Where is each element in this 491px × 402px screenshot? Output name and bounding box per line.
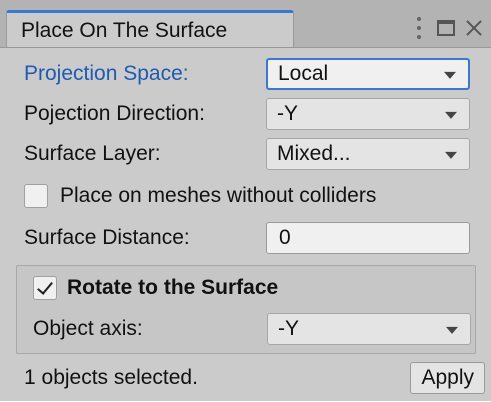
row-surface-distance: Surface Distance: bbox=[0, 218, 491, 258]
row-rotate-to-surface: Rotate to the Surface bbox=[17, 268, 475, 308]
place-on-meshes-checkbox[interactable] bbox=[24, 184, 48, 208]
surface-layer-value: Mixed... bbox=[277, 142, 351, 165]
surface-layer-dropdown[interactable]: Mixed... bbox=[266, 138, 470, 170]
maximize-icon[interactable] bbox=[437, 20, 455, 36]
projection-space-value: Local bbox=[278, 62, 329, 85]
inspector-content: Projection Space: Local Pojection Direct… bbox=[0, 47, 491, 401]
place-on-surface-window: Place On The Surface Projection Space: L… bbox=[0, 0, 491, 401]
kebab-menu-icon[interactable] bbox=[417, 17, 421, 39]
row-place-on-meshes: Place on meshes without colliders bbox=[0, 176, 491, 216]
tab-bar: Place On The Surface bbox=[0, 0, 491, 48]
window-controls bbox=[417, 14, 483, 42]
close-icon[interactable] bbox=[465, 19, 483, 37]
rotate-to-surface-group: Rotate to the Surface Object axis: -Y bbox=[16, 265, 476, 354]
surface-distance-input[interactable] bbox=[266, 222, 470, 254]
chevron-down-icon bbox=[444, 71, 456, 79]
tab-place-on-the-surface[interactable]: Place On The Surface bbox=[6, 10, 294, 48]
status-bar: 1 objects selected. Apply bbox=[0, 354, 491, 402]
surface-layer-label: Surface Layer: bbox=[24, 142, 161, 165]
object-axis-label: Object axis: bbox=[33, 317, 143, 340]
rotate-to-surface-label[interactable]: Rotate to the Surface bbox=[67, 276, 278, 300]
projection-direction-value: -Y bbox=[277, 102, 298, 125]
rotate-to-surface-checkbox[interactable] bbox=[33, 276, 57, 300]
selection-status: 1 objects selected. bbox=[24, 366, 198, 389]
projection-space-label: Projection Space: bbox=[24, 62, 189, 85]
chevron-down-icon bbox=[445, 151, 457, 159]
projection-direction-label: Pojection Direction: bbox=[24, 102, 205, 125]
projection-direction-dropdown[interactable]: -Y bbox=[266, 98, 470, 130]
projection-space-dropdown[interactable]: Local bbox=[266, 58, 470, 90]
chevron-down-icon bbox=[445, 111, 457, 119]
row-projection-direction: Pojection Direction: -Y bbox=[0, 94, 491, 134]
chevron-down-icon bbox=[446, 326, 458, 334]
row-projection-space: Projection Space: Local bbox=[0, 54, 491, 94]
tab-title: Place On The Surface bbox=[21, 18, 228, 42]
place-on-meshes-label[interactable]: Place on meshes without colliders bbox=[60, 184, 376, 208]
object-axis-dropdown[interactable]: -Y bbox=[267, 313, 471, 345]
apply-button[interactable]: Apply bbox=[410, 362, 485, 394]
object-axis-value: -Y bbox=[278, 317, 299, 340]
row-surface-layer: Surface Layer: Mixed... bbox=[0, 134, 491, 174]
row-object-axis: Object axis: -Y bbox=[17, 309, 475, 349]
surface-distance-label: Surface Distance: bbox=[24, 226, 190, 249]
